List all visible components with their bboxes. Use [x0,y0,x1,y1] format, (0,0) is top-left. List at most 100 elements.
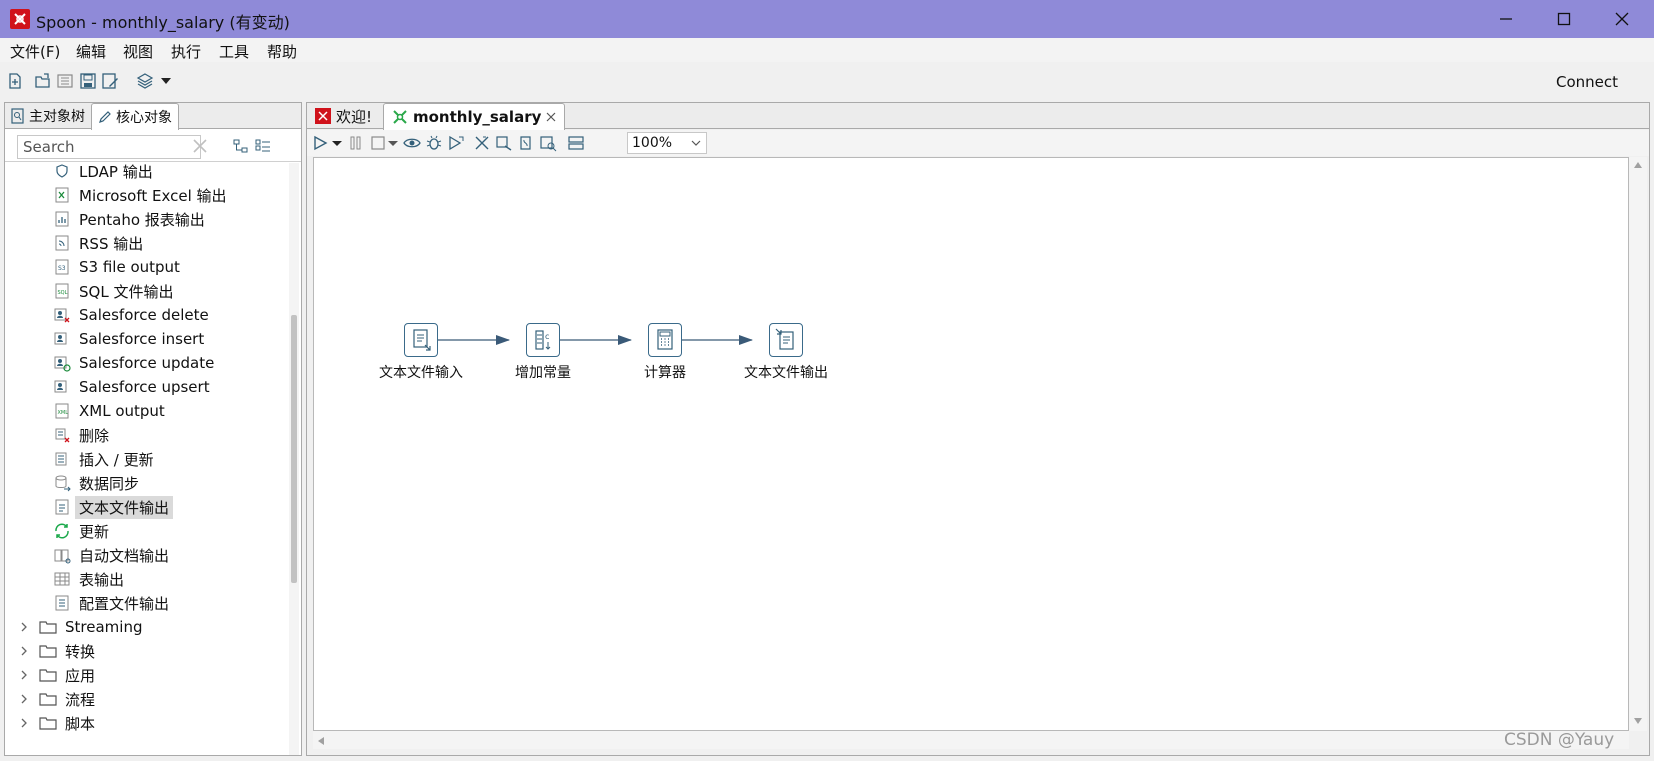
tree-item-salesforce-delete[interactable]: Salesforce delete [53,303,209,327]
tab-monthly-salary-label: monthly_salary [413,108,542,126]
tab-welcome[interactable]: 欢迎! [307,103,380,129]
watermark: CSDN @Yauy [1504,730,1615,750]
scroll-down-icon[interactable] [1633,717,1643,725]
tree-item-label: SQL 文件输出 [79,282,174,301]
tree-folder-flow[interactable]: 流程 [19,687,95,711]
chevron-down-icon[interactable] [160,76,172,86]
maximize-button[interactable] [1534,0,1594,38]
scroll-up-icon[interactable] [1633,161,1643,169]
tree-item-excel-output[interactable]: Microsoft Excel 输出 [53,183,227,207]
step-add-constants[interactable]: c [526,323,560,357]
tree-folder-streaming[interactable]: Streaming [19,615,142,639]
close-tab-icon[interactable] [546,112,556,122]
tree-item-pentaho-report-output[interactable]: Pentaho 报表输出 [53,207,205,231]
new-file-icon[interactable] [6,72,24,90]
step-text-file-output[interactable] [769,323,803,357]
svg-text:c: c [545,332,549,341]
menu-tools[interactable]: 工具 [219,41,249,62]
text-file-output-icon [775,328,794,350]
tree-item-config-file-output[interactable]: 配置文件输出 [53,591,169,615]
step-text-file-input[interactable] [404,323,438,357]
refresh-icon [55,523,69,539]
menu-help[interactable]: 帮助 [267,41,297,62]
s3-file-icon: S3 [55,259,69,275]
stop-icon[interactable] [369,134,387,152]
verify-icon[interactable] [473,134,491,152]
minimize-button[interactable] [1476,0,1536,38]
tree-item-label: Salesforce delete [79,306,209,324]
tab-main-object-tree[interactable]: 主对象树 [5,103,91,129]
tree-item-rss-output[interactable]: RSS 输出 [53,231,143,255]
tree-folder-application[interactable]: 应用 [19,663,95,687]
tree-item-text-file-output[interactable]: 文本文件输出 [53,495,174,519]
close-button[interactable] [1592,0,1652,38]
tree-item-update[interactable]: 更新 [53,519,109,543]
connect-button[interactable]: Connect [1556,73,1618,91]
tree-item-xml-output[interactable]: XML XML output [53,399,165,423]
save-icon[interactable] [79,72,97,90]
chevron-right-icon [21,694,27,704]
zoom-select[interactable]: 100% [627,132,707,154]
tree-folder-label: Streaming [65,618,143,636]
preview-icon[interactable] [403,134,421,152]
collapse-all-icon[interactable] [255,138,271,154]
left-scrollbar[interactable] [289,163,299,755]
impact-icon[interactable] [495,134,513,152]
explore-repository-icon[interactable] [56,72,74,90]
menu-file[interactable]: 文件(F) [10,41,60,62]
sql-icon[interactable] [517,134,535,152]
tree-item-delete[interactable]: 删除 [53,423,109,447]
run-icon[interactable] [311,134,329,152]
layers-icon[interactable] [136,72,154,90]
tab-core-objects[interactable]: 核心对象 [91,103,179,130]
tree-item-salesforce-insert[interactable]: Salesforce insert [53,327,204,351]
canvas-horizontal-scrollbar[interactable] [313,731,1629,749]
tree-item-auto-doc-output[interactable]: 自动文档输出 [53,543,169,567]
open-file-icon[interactable] [34,72,52,90]
step-calculator[interactable] [648,323,682,357]
tree-item-insert-update[interactable]: 插入 / 更新 [53,447,154,471]
close-icon [1615,12,1629,26]
tree-item-salesforce-update[interactable]: Salesforce update [53,351,214,375]
stop-options-chevron-icon[interactable] [387,134,399,152]
window-title: Spoon - monthly_salary (有变动) [36,13,290,32]
debug-icon[interactable] [425,134,443,152]
pause-icon[interactable] [347,134,365,152]
database-explore-icon[interactable] [539,134,557,152]
rss-icon [55,235,69,251]
menu-edit[interactable]: 编辑 [76,41,106,62]
shield-icon [56,164,68,178]
tree-folder-transform[interactable]: 转换 [19,639,95,663]
tree-item-table-output[interactable]: 表输出 [53,567,124,591]
tree-item-sql-file-output[interactable]: SQL SQL 文件输出 [53,279,173,303]
save-as-icon[interactable] [101,72,119,90]
clear-search-icon[interactable] [193,139,207,153]
transformation-canvas[interactable]: 文本文件输入 c 增加常量 计算器 文本文件输出 [313,157,1629,731]
tree-item-label: 文本文件输出 [75,495,174,519]
folder-icon [39,669,57,682]
tree-item-ldap-output[interactable]: LDAP 输出 [53,163,153,183]
step-label-add-constants: 增加常量 [515,365,571,381]
tree-item-s3-file-output[interactable]: S3 S3 file output [53,255,180,279]
tree-item-salesforce-upsert[interactable]: Salesforce upsert [53,375,210,399]
salesforce-insert-icon [54,332,67,345]
tree-item-label: Pentaho 报表输出 [79,210,205,229]
run-options-chevron-icon[interactable] [331,134,343,152]
canvas-vertical-scrollbar[interactable] [1629,157,1647,731]
transformation-icon [393,110,407,124]
menu-run[interactable]: 执行 [171,41,201,62]
tree-folder-script[interactable]: 脚本 [19,711,95,735]
show-results-icon[interactable] [567,134,585,152]
scroll-left-icon[interactable] [317,736,325,746]
search-input[interactable] [17,135,201,159]
tree-item-data-sync[interactable]: 数据同步 [53,471,139,495]
folder-icon [39,621,57,634]
tab-main-object-tree-label: 主对象树 [29,109,85,125]
replay-icon[interactable] [447,134,465,152]
menu-view[interactable]: 视图 [123,41,153,62]
expand-all-icon[interactable] [233,138,249,154]
tree-item-label: Salesforce insert [79,330,205,348]
tree-folder-label: 应用 [65,666,96,685]
left-scrollbar-thumb[interactable] [291,315,297,583]
tab-monthly-salary[interactable]: monthly_salary [383,103,566,130]
